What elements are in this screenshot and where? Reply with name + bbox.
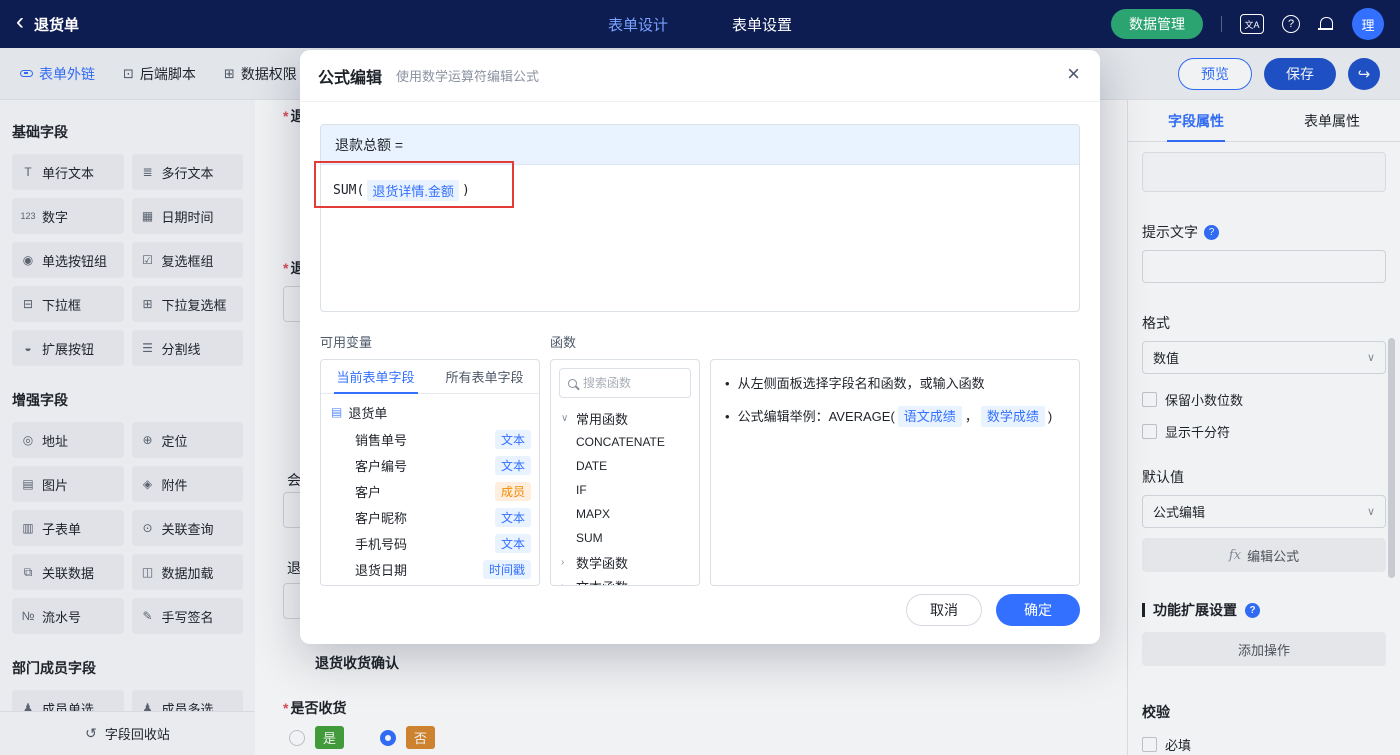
tab-current-form-fields[interactable]: 当前表单字段 <box>321 360 430 393</box>
modal-panels: 当前表单字段 所有表单字段 ▤ 退货单 销售单号 文本 客户编号 文本 客户 成员 客户… <box>320 359 1080 586</box>
variable-row[interactable]: 退货日期 时间戳 <box>321 556 539 582</box>
translate-icon[interactable]: 文A <box>1240 14 1264 34</box>
modal-footer: 取消 确定 <box>906 594 1080 626</box>
formula-target-row: 退款总额 = <box>321 125 1079 165</box>
variable-name: 客户编号 <box>355 458 408 474</box>
bullet-icon: • <box>725 376 730 391</box>
help-example-prefix: 公式编辑举例：AVERAGE( <box>737 408 895 424</box>
variables-label: 可用变量 <box>320 335 373 350</box>
formula-close-paren: ) <box>461 183 470 198</box>
avatar[interactable]: 理 <box>1352 8 1384 40</box>
variable-name: 销售单号 <box>355 432 408 448</box>
document-icon: ▤ <box>331 405 343 419</box>
group-label: 常用函数 <box>576 411 629 427</box>
modal-subtitle: 使用数学运算符编辑公式 <box>396 69 540 84</box>
form-title: 退货单 <box>34 16 80 34</box>
function-search-box <box>559 368 691 398</box>
formula-body[interactable]: SUM( 退货详情.金额 ) <box>321 165 1079 216</box>
confirm-button[interactable]: 确定 <box>996 594 1080 626</box>
group-label: 文本函数 <box>576 577 628 586</box>
formula-edit-modal: 公式编辑 使用数学运算符编辑公式 × 退款总额 = SUM( 退货详情.金额 )… <box>300 50 1100 644</box>
notification-bell-icon[interactable] <box>1318 16 1334 32</box>
function-item-if[interactable]: IF <box>551 478 699 502</box>
variable-row[interactable]: 客户 成员 <box>321 478 539 504</box>
search-icon <box>568 378 577 388</box>
variables-tabs: 当前表单字段 所有表单字段 <box>321 360 539 394</box>
type-badge: 文本 <box>494 429 531 449</box>
back-icon[interactable]: ‹ <box>16 10 24 34</box>
variable-name: 客户 <box>355 484 382 500</box>
topbar: ‹ 退货单 表单设计 表单设置 数据管理 文A ? 理 <box>0 0 1400 48</box>
function-group-common[interactable]: ∨ 常用函数 <box>551 406 699 430</box>
function-item-mapx[interactable]: MAPX <box>551 502 699 526</box>
functions-label: 函数 <box>550 335 577 350</box>
variable-row[interactable]: 客户昵称 文本 <box>321 504 539 530</box>
bullet-icon: • <box>725 408 730 424</box>
close-icon[interactable]: × <box>1067 63 1080 85</box>
type-badge: 文本 <box>494 533 531 553</box>
panel-labels: 可用变量 函数 <box>320 332 1080 351</box>
variable-row[interactable]: 手机号码 文本 <box>321 530 539 556</box>
example-field-token: 语文成绩 <box>897 405 962 427</box>
variable-row[interactable]: 销售单号 文本 <box>321 426 539 452</box>
function-item-date[interactable]: DATE <box>551 454 699 478</box>
function-item-sum[interactable]: SUM <box>551 526 699 550</box>
function-group-math[interactable]: › 数学函数 <box>551 550 699 574</box>
variable-name: 手机号码 <box>355 536 408 552</box>
functions-panel: ∨ 常用函数 CONCATENATE DATE IF MAPX SUM › 数学函数… <box>550 359 700 586</box>
data-manage-button[interactable]: 数据管理 <box>1111 9 1203 39</box>
group-label: 数学函数 <box>576 555 629 571</box>
function-item-concatenate[interactable]: CONCATENATE <box>551 430 699 454</box>
modal-header: 公式编辑 使用数学运算符编辑公式 × <box>300 50 1100 102</box>
formula-function-text: SUM( <box>333 183 365 198</box>
tab-form-design[interactable]: 表单设计 <box>608 14 668 35</box>
help-comma: ， <box>964 408 978 424</box>
topbar-separator <box>1221 16 1222 32</box>
variable-name: 退货日期 <box>355 562 408 578</box>
variable-name: 客户昵称 <box>355 510 408 526</box>
formula-field-token[interactable]: 退货详情.金额 <box>367 180 459 201</box>
form-designer-screen: ‹ 退货单 表单设计 表单设置 数据管理 文A ? 理 表单外链 ⊡ 后端脚本 … <box>0 0 1400 755</box>
tab-all-form-fields[interactable]: 所有表单字段 <box>430 360 539 393</box>
help-text: 从左侧面板选择字段名和函数，或输入函数 <box>737 376 985 391</box>
help-example-suffix: ) <box>1047 408 1053 424</box>
chevron-expanded-icon: ∨ <box>561 412 569 424</box>
help-icon[interactable]: ? <box>1282 15 1300 33</box>
variables-panel: 当前表单字段 所有表单字段 ▤ 退货单 销售单号 文本 客户编号 文本 客户 成员 客户… <box>320 359 540 586</box>
scrollbar-thumb[interactable] <box>1388 338 1395 578</box>
type-badge: 文本 <box>494 507 531 527</box>
example-field-token: 数学成绩 <box>980 405 1045 427</box>
type-badge: 成员 <box>494 481 531 501</box>
formula-editor[interactable]: 退款总额 = SUM( 退货详情.金额 ) <box>314 124 1080 312</box>
type-badge: 文本 <box>494 455 531 475</box>
type-badge: 时间戳 <box>482 559 531 579</box>
root-label: 退货单 <box>348 405 388 421</box>
search-input[interactable] <box>583 376 682 390</box>
tab-form-settings[interactable]: 表单设置 <box>732 14 792 35</box>
chevron-right-icon: › <box>561 556 565 568</box>
variable-row[interactable]: 客户编号 文本 <box>321 452 539 478</box>
cancel-button[interactable]: 取消 <box>906 594 982 626</box>
function-group-text[interactable]: › 文本函数 <box>551 574 699 586</box>
modal-title: 公式编辑 <box>318 69 383 87</box>
chevron-right-icon: › <box>561 580 565 586</box>
variables-tree-root[interactable]: ▤ 退货单 <box>321 398 539 426</box>
help-panel: • 从左侧面板选择字段名和函数，或输入函数 • 公式编辑举例：AVERAGE( … <box>710 359 1080 586</box>
formula-target-text: 退款总额 = <box>335 136 404 153</box>
help-line-2: • 公式编辑举例：AVERAGE( 语文成绩 ， 数学成绩 ) <box>725 405 1065 427</box>
help-line-1: • 从左侧面板选择字段名和函数，或输入函数 <box>725 374 1065 394</box>
topbar-tabs: 表单设计 表单设置 <box>608 14 792 35</box>
